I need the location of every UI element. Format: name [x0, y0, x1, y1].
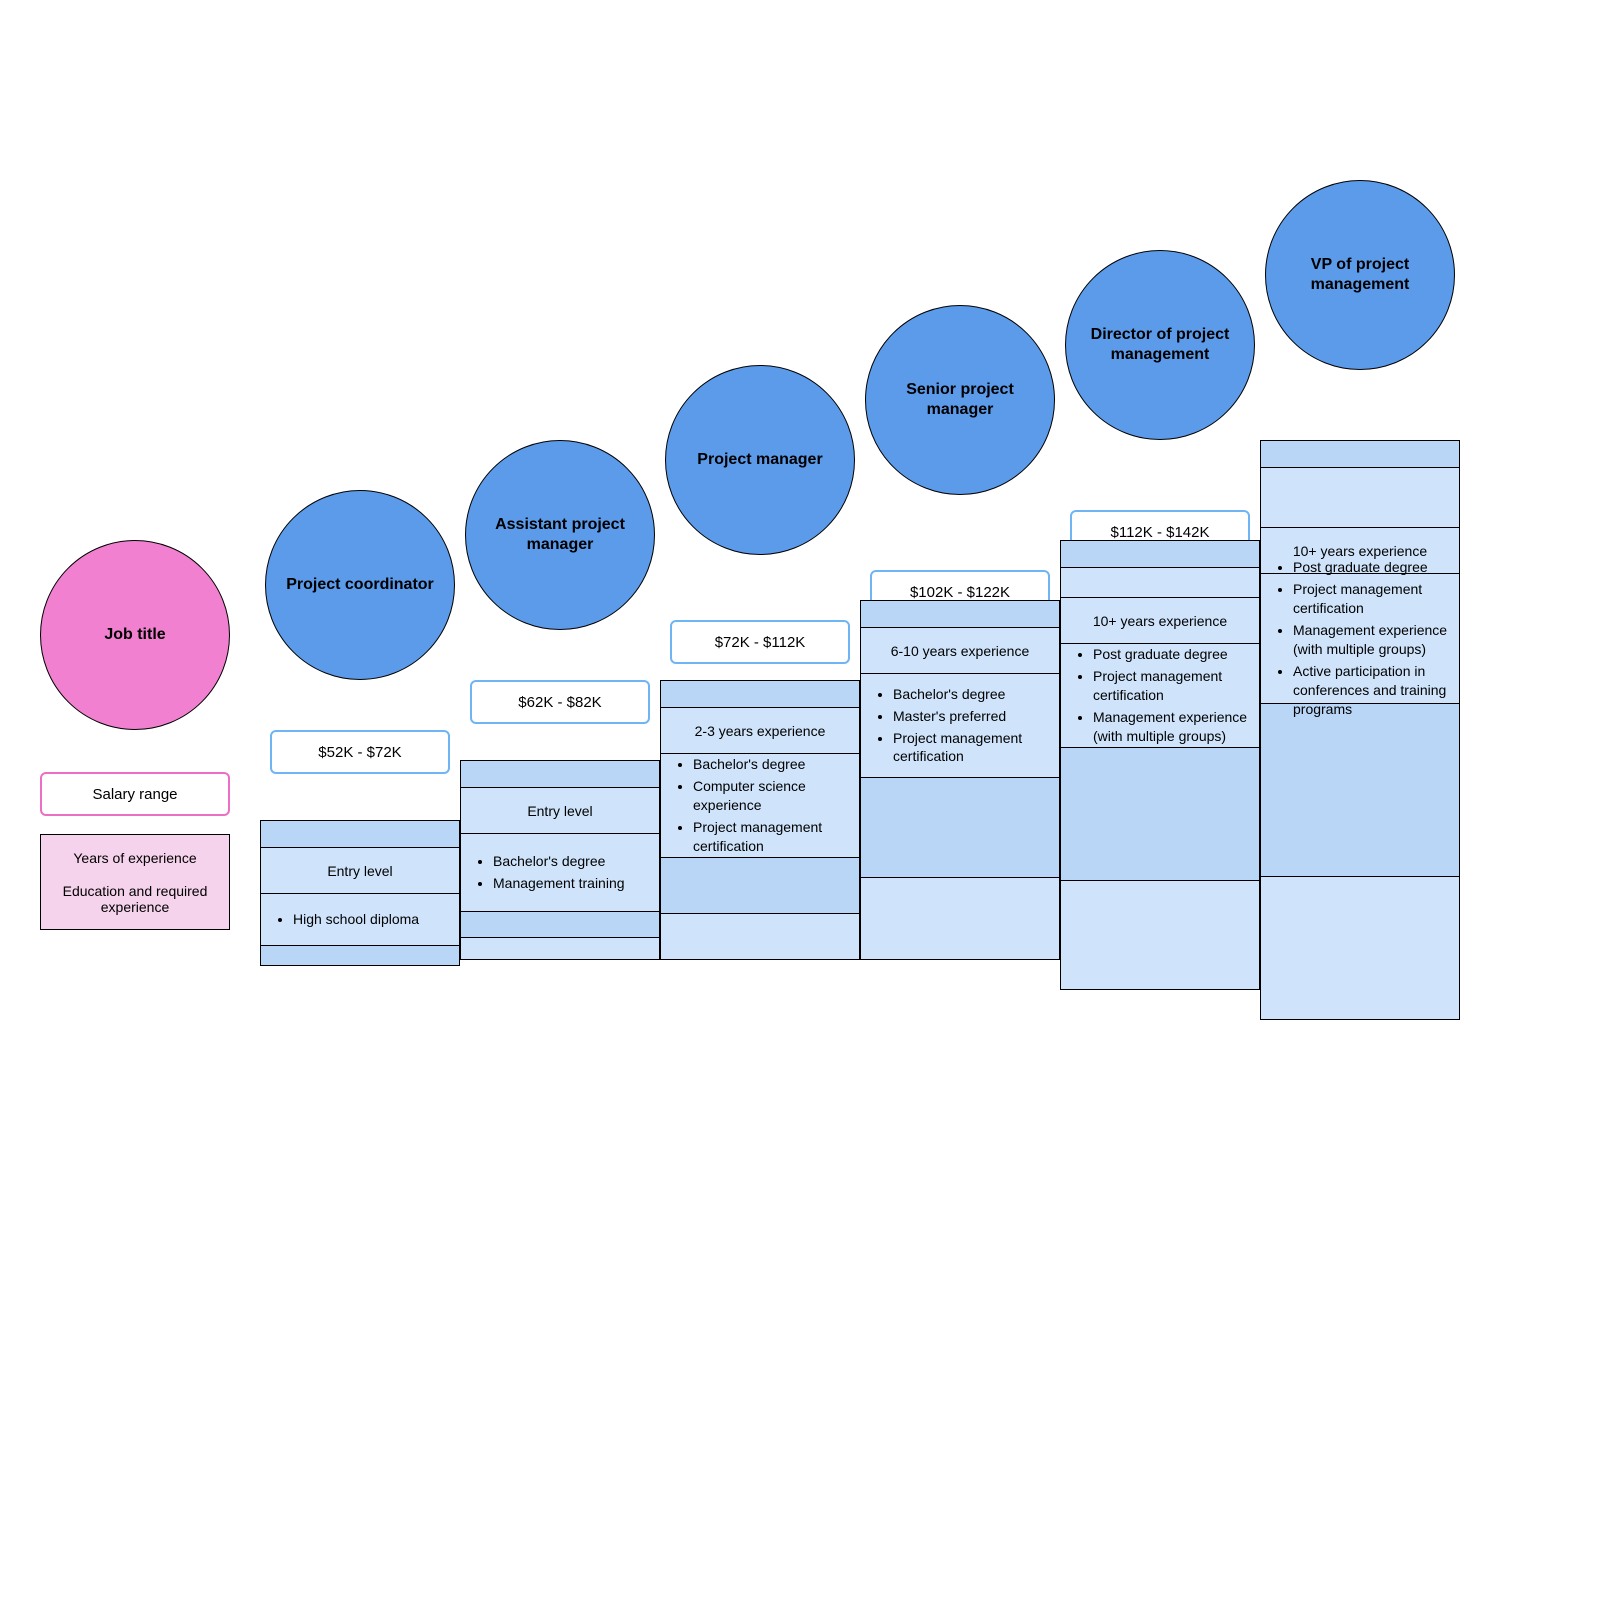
requirement-item: Project management certification [893, 729, 1049, 767]
experience-text: Entry level [527, 803, 592, 819]
salary-range-box: $72K - $112K [670, 620, 850, 664]
requirements-list: High school diploma [271, 907, 419, 932]
salary-range-box: $62K - $82K [470, 680, 650, 724]
legend-years-text: Years of experience [45, 848, 225, 868]
column-spacer-top [460, 760, 660, 788]
requirement-item: Project management certification [1293, 580, 1449, 618]
job-title-circle: VP of project management [1265, 180, 1455, 370]
column-spacer-bottom [1260, 877, 1460, 1020]
requirements-list: Post graduate degree Project management c… [1071, 642, 1249, 748]
requirements-list: Bachelor's degree Computer science experi… [671, 752, 849, 858]
job-title-text: Director of project management [1076, 325, 1244, 365]
requirement-item: Active participation in conferences and … [1293, 662, 1449, 719]
career-column: Entry level High school diploma [260, 820, 460, 960]
column-spacer [660, 858, 860, 914]
column-spacer-bottom [260, 946, 460, 966]
requirement-item: Management experience (with multiple gro… [1093, 708, 1249, 746]
column-spacer-top [860, 600, 1060, 628]
job-title-text: Project coordinator [286, 575, 434, 595]
legend-education-text: Education and required experience [45, 881, 225, 917]
requirement-item: Bachelor's degree [693, 755, 849, 774]
job-title-text: Senior project manager [876, 380, 1044, 420]
requirements-list: Bachelor's degree Management training [471, 849, 625, 896]
job-title-text: VP of project management [1276, 255, 1444, 295]
experience-cell: 10+ years experience [1060, 598, 1260, 644]
job-title-text: Project manager [697, 450, 822, 470]
salary-range-text: $52K - $72K [318, 744, 401, 761]
experience-cell: Entry level [260, 848, 460, 894]
requirement-item: Post graduate degree [1093, 645, 1249, 664]
requirement-item: Bachelor's degree [893, 685, 1049, 704]
column-spacer-top [660, 680, 860, 708]
column-spacer-top [1060, 540, 1260, 568]
salary-range-text: $72K - $112K [715, 634, 806, 651]
career-column: 2-3 years experience Bachelor's degree Com… [660, 680, 860, 960]
career-path-diagram: Job title Salary range Years of experien… [40, 200, 1560, 1100]
requirements-cell: Bachelor's degree Management training [460, 834, 660, 912]
salary-range-text: $62K - $82K [518, 694, 601, 711]
salary-range-text: $112K - $142K [1111, 524, 1210, 541]
requirement-item: Post graduate degree [1293, 558, 1449, 577]
column-spacer-top [1260, 440, 1460, 468]
requirement-item: Management training [493, 874, 625, 893]
requirement-item: Bachelor's degree [493, 852, 625, 871]
column-spacer-bottom [660, 914, 860, 960]
experience-cell: 6-10 years experience [860, 628, 1060, 674]
career-column: 6-10 years experience Bachelor's degree Ma… [860, 600, 1060, 960]
experience-cell: 2-3 years experience [660, 708, 860, 754]
job-title-circle: Project coordinator [265, 490, 455, 680]
column-spacer [1060, 748, 1260, 881]
experience-text: Entry level [327, 863, 392, 879]
requirement-item: Computer science experience [693, 777, 849, 815]
legend-job-title-text: Job title [104, 625, 165, 645]
column-spacer-bottom [860, 878, 1060, 960]
requirements-cell: High school diploma [260, 894, 460, 946]
experience-text: 10+ years experience [1093, 613, 1227, 629]
requirements-cell: Bachelor's degree Computer science experi… [660, 754, 860, 858]
career-column: Entry level Bachelor's degree Management t… [460, 760, 660, 960]
legend-salary-range-text: Salary range [92, 786, 177, 803]
requirements-cell: Post graduate degree Project management c… [1060, 644, 1260, 748]
column-spacer [1260, 704, 1460, 877]
career-column: 10+ years experiencePost graduate degree… [1260, 440, 1460, 960]
job-title-text: Assistant project manager [476, 515, 644, 555]
column-spacer-bottom [1060, 881, 1260, 990]
experience-text: 2-3 years experience [695, 723, 826, 739]
job-title-circle: Assistant project manager [465, 440, 655, 630]
column-spacer-bottom [460, 938, 660, 960]
requirement-item: High school diploma [293, 910, 419, 929]
job-title-circle: Senior project manager [865, 305, 1055, 495]
job-title-circle: Project manager [665, 365, 855, 555]
salary-range-text: $102K - $122K [910, 584, 1010, 601]
column-spacer [460, 912, 660, 938]
experience-cell: Entry level [460, 788, 660, 834]
column-spacer [1260, 468, 1460, 528]
job-title-circle: Director of project management [1065, 250, 1255, 440]
requirements-cell: Bachelor's degree Master's preferred Proje… [860, 674, 1060, 778]
requirements-list: Bachelor's degree Master's preferred Proje… [871, 682, 1049, 770]
legend-job-title-circle: Job title [40, 540, 230, 730]
salary-range-box: $52K - $72K [270, 730, 450, 774]
requirement-item: Master's preferred [893, 707, 1049, 726]
requirements-cell: Post graduate degreeProject management c… [1260, 574, 1460, 704]
column-spacer [860, 778, 1060, 878]
requirement-item: Management experience (with multiple gro… [1293, 621, 1449, 659]
experience-text: 6-10 years experience [891, 643, 1030, 659]
column-spacer-top [260, 820, 460, 848]
legend-salary-range-box: Salary range [40, 772, 230, 816]
career-column: 10+ years experience Post graduate degree… [1060, 540, 1260, 960]
requirement-item: Project management certification [693, 818, 849, 856]
requirements-list: Post graduate degree Project management c… [1271, 555, 1449, 721]
column-spacer [1060, 568, 1260, 598]
requirement-item: Project management certification [1093, 667, 1249, 705]
legend-experience-education-block: Years of experience Education and requir… [40, 834, 230, 930]
